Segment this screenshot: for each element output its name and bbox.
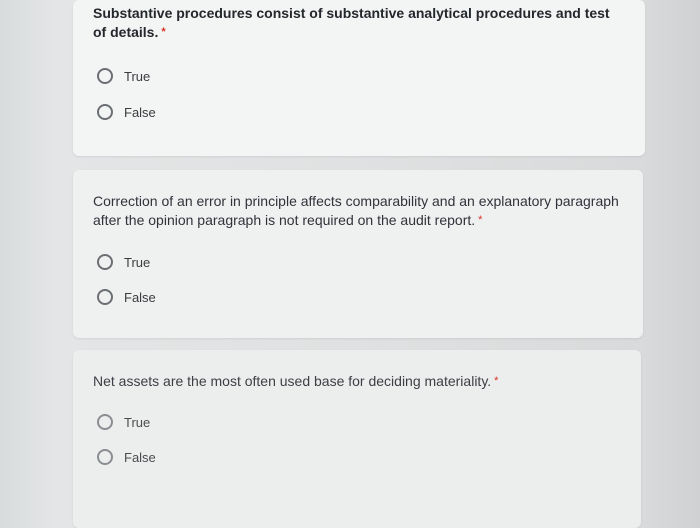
option-label: True [124, 68, 151, 84]
option-true[interactable]: True [97, 252, 150, 272]
option-label: True [124, 254, 151, 270]
question-text: Net assets are the most often used base … [93, 372, 617, 391]
option-label: True [124, 414, 151, 430]
question-card-1: Substantive procedures consist of substa… [73, 0, 645, 156]
option-label: False [124, 449, 156, 465]
option-label: False [124, 104, 156, 120]
question-card-3: Net assets are the most often used base … [73, 350, 641, 528]
question-text: Substantive procedures consist of substa… [93, 4, 621, 42]
option-true[interactable]: True [97, 66, 150, 86]
question-card-2: Correction of an error in principle affe… [73, 170, 643, 338]
option-false[interactable]: False [97, 102, 156, 122]
question-label: Correction of an error in principle affe… [93, 193, 619, 228]
question-text: Correction of an error in principle affe… [93, 192, 619, 230]
radio-unchecked-icon[interactable] [97, 449, 113, 465]
radio-unchecked-icon[interactable] [97, 68, 113, 84]
radio-unchecked-icon[interactable] [97, 104, 113, 120]
radio-unchecked-icon[interactable] [97, 289, 113, 305]
option-true[interactable]: True [97, 412, 150, 432]
option-label: False [124, 289, 156, 305]
required-asterisk: * [478, 214, 483, 226]
radio-unchecked-icon[interactable] [97, 254, 113, 270]
required-asterisk: * [494, 375, 499, 387]
question-label: Substantive procedures consist of substa… [93, 5, 610, 40]
option-false[interactable]: False [97, 447, 156, 467]
required-asterisk: * [161, 26, 166, 38]
option-false[interactable]: False [97, 287, 156, 307]
radio-unchecked-icon[interactable] [97, 414, 113, 430]
question-label: Net assets are the most often used base … [93, 373, 492, 389]
